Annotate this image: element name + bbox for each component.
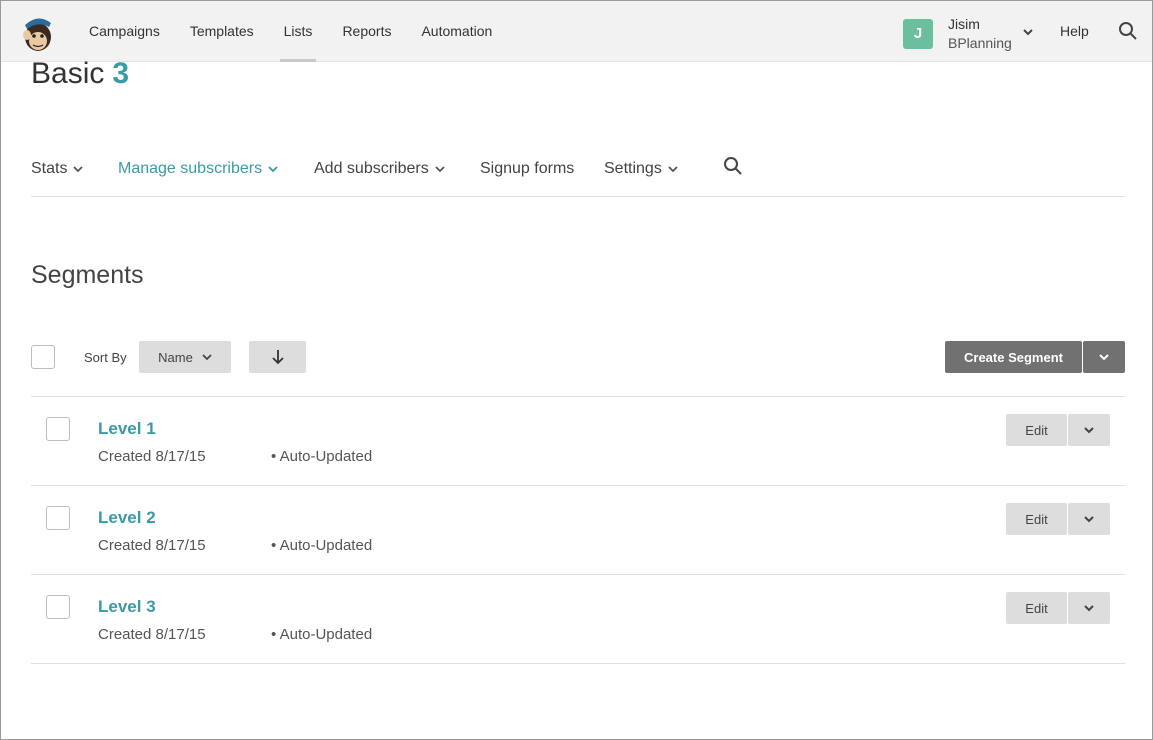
- list-subnav: Stats Manage subscribers Add subscribers…: [31, 144, 1125, 197]
- segment-name-link[interactable]: Level 3: [98, 597, 156, 617]
- account-menu[interactable]: Jisim BPlanning: [948, 15, 1012, 53]
- chevron-down-icon: [1084, 427, 1094, 434]
- account-org: BPlanning: [948, 35, 1012, 51]
- tab-stats-label: Stats: [31, 160, 68, 177]
- page-title: Basic 3: [31, 57, 129, 91]
- create-segment-menu-button[interactable]: [1083, 341, 1125, 373]
- search-icon[interactable]: [1118, 21, 1138, 41]
- divider: [31, 663, 1125, 664]
- tab-add-subscribers[interactable]: Add subscribers: [314, 160, 445, 178]
- chevron-down-icon: [1084, 605, 1094, 612]
- tab-settings-label: Settings: [604, 160, 662, 177]
- subscriber-count[interactable]: 3: [112, 57, 129, 90]
- main-nav: Campaigns Templates Lists Reports Automa…: [89, 1, 522, 62]
- sort-by-label: Sort By: [84, 350, 127, 365]
- account-name: Jisim: [948, 16, 980, 32]
- sort-direction-button[interactable]: [249, 341, 306, 373]
- nav-automation[interactable]: Automation: [421, 1, 492, 62]
- segment-name-link[interactable]: Level 1: [98, 419, 156, 439]
- segment-type: • Auto-Updated: [271, 448, 373, 465]
- nav-templates[interactable]: Templates: [190, 1, 254, 62]
- chevron-down-icon: [668, 166, 678, 173]
- help-link[interactable]: Help: [1060, 23, 1089, 39]
- chevron-down-icon: [435, 166, 445, 173]
- segment-created-date: Created 8/17/15: [98, 626, 206, 643]
- nav-campaigns[interactable]: Campaigns: [89, 1, 160, 62]
- freddie-logo-icon[interactable]: [19, 13, 57, 53]
- edit-button[interactable]: Edit: [1006, 414, 1067, 446]
- search-icon[interactable]: [723, 156, 743, 176]
- row-checkbox[interactable]: [46, 506, 70, 530]
- tab-stats[interactable]: Stats: [31, 160, 84, 178]
- edit-button[interactable]: Edit: [1006, 503, 1067, 535]
- row-checkbox[interactable]: [46, 595, 70, 619]
- chevron-down-icon: [1084, 516, 1094, 523]
- sort-field-dropdown[interactable]: Name: [139, 341, 231, 373]
- row-actions-button[interactable]: [1068, 503, 1110, 535]
- row-checkbox[interactable]: [46, 417, 70, 441]
- tab-manage-subscribers[interactable]: Manage subscribers: [118, 160, 278, 178]
- sort-field-label: Name: [158, 349, 193, 365]
- tab-manage-subscribers-label: Manage subscribers: [118, 160, 263, 177]
- create-segment-button[interactable]: Create Segment: [945, 341, 1082, 373]
- tab-signup-forms[interactable]: Signup forms: [480, 160, 574, 178]
- arrow-down-icon: [271, 350, 284, 365]
- select-all-checkbox[interactable]: [31, 345, 55, 369]
- divider: [31, 574, 1125, 575]
- segment-type: • Auto-Updated: [271, 537, 373, 554]
- chevron-down-icon: [1099, 354, 1109, 361]
- tab-add-subscribers-label: Add subscribers: [314, 160, 429, 177]
- row-actions-button[interactable]: [1068, 592, 1110, 624]
- divider: [31, 485, 1125, 486]
- section-title: Segments: [31, 261, 144, 289]
- segment-name-link[interactable]: Level 2: [98, 508, 156, 528]
- segment-type: • Auto-Updated: [271, 626, 373, 643]
- nav-reports[interactable]: Reports: [342, 1, 391, 62]
- chevron-down-icon[interactable]: [1021, 25, 1035, 39]
- chevron-down-icon: [202, 354, 212, 361]
- avatar[interactable]: J: [903, 19, 933, 49]
- row-actions-button[interactable]: [1068, 414, 1110, 446]
- top-bar: Campaigns Templates Lists Reports Automa…: [1, 1, 1152, 62]
- divider: [31, 396, 1125, 397]
- chevron-down-icon: [73, 166, 84, 173]
- nav-lists[interactable]: Lists: [279, 1, 317, 62]
- list-name: Basic: [31, 57, 105, 90]
- segment-created-date: Created 8/17/15: [98, 537, 206, 554]
- tab-settings[interactable]: Settings: [604, 160, 678, 178]
- chevron-down-icon: [268, 166, 278, 173]
- segment-created-date: Created 8/17/15: [98, 448, 206, 465]
- edit-button[interactable]: Edit: [1006, 592, 1067, 624]
